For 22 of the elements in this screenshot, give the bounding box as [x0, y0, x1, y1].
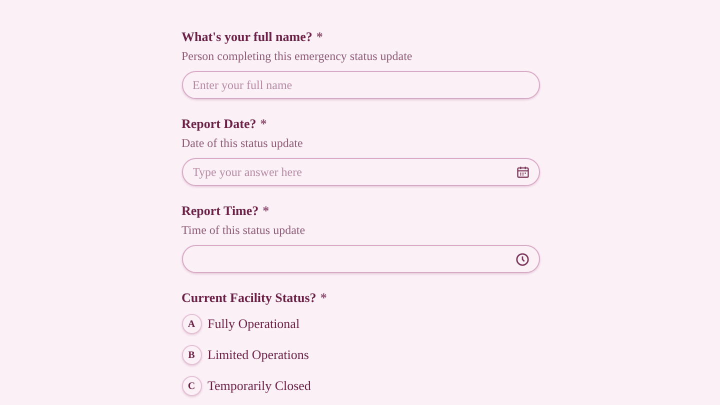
option-label[interactable]: Fully Operational: [208, 316, 300, 332]
calendar-icon[interactable]: [516, 165, 530, 179]
time-field[interactable]: [182, 245, 540, 273]
question-title: What's your full name? *: [182, 28, 324, 45]
date-field[interactable]: Type your answer here: [182, 158, 540, 186]
option-key[interactable]: C: [182, 376, 202, 396]
question-title: Report Time? *: [182, 202, 270, 219]
required-mark: *: [320, 290, 327, 305]
option-key[interactable]: B: [182, 345, 202, 365]
required-mark: *: [262, 203, 270, 218]
clock-icon[interactable]: [514, 252, 530, 267]
text-field[interactable]: Enter your full name: [182, 71, 540, 99]
question-title: Current Facility Status? *: [182, 289, 328, 306]
question-description: Time of this status update: [182, 223, 306, 238]
question-description: Date of this status update: [182, 136, 304, 151]
option-key[interactable]: A: [182, 314, 202, 334]
required-mark: *: [316, 29, 323, 44]
option-label[interactable]: Limited Operations: [208, 347, 309, 363]
question-description: Person completing this emergency status update: [182, 49, 414, 64]
question-title: Report Date? *: [182, 115, 268, 132]
required-mark: *: [260, 116, 267, 131]
option-label[interactable]: Temporarily Closed: [208, 378, 311, 394]
